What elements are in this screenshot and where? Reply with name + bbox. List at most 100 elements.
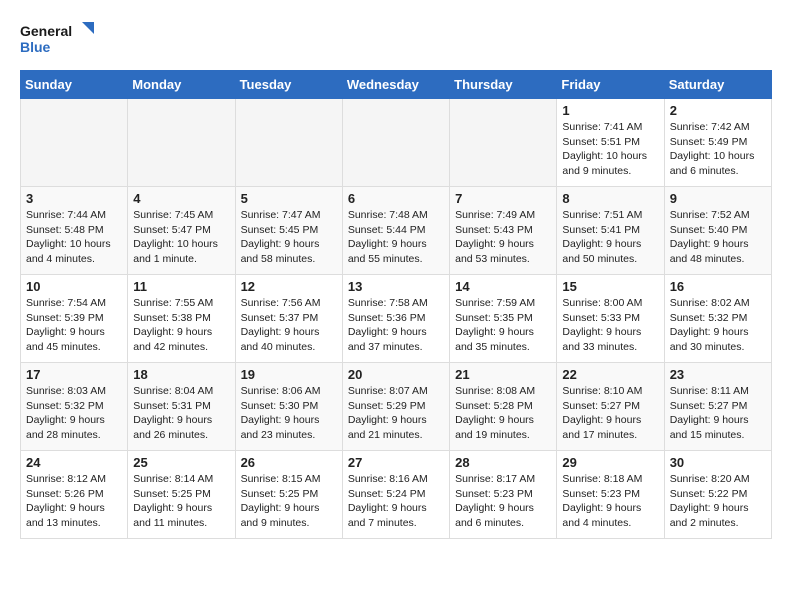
weekday-header: Monday	[128, 71, 235, 99]
calendar-cell: 5 Sunrise: 7:47 AM Sunset: 5:45 PM Daylig…	[235, 187, 342, 275]
day-info: Sunrise: 7:41 AM Sunset: 5:51 PM Dayligh…	[562, 120, 658, 179]
weekday-header: Tuesday	[235, 71, 342, 99]
calendar-table: SundayMondayTuesdayWednesdayThursdayFrid…	[20, 70, 772, 539]
day-info: Sunrise: 8:14 AM Sunset: 5:25 PM Dayligh…	[133, 472, 229, 531]
calendar-cell: 9 Sunrise: 7:52 AM Sunset: 5:40 PM Daylig…	[664, 187, 771, 275]
day-number: 17	[26, 367, 122, 382]
calendar-cell: 6Sunrise: 7:48 AM Sunset: 5:44 PM Daylig…	[342, 187, 449, 275]
day-info: Sunrise: 8:20 AM Sunset: 5:22 PM Dayligh…	[670, 472, 766, 531]
day-number: 21	[455, 367, 551, 382]
calendar-cell: 7 Sunrise: 7:49 AM Sunset: 5:43 PM Daylig…	[450, 187, 557, 275]
day-number: 2	[670, 103, 766, 118]
weekday-header: Wednesday	[342, 71, 449, 99]
day-info: Sunrise: 7:49 AM Sunset: 5:43 PM Dayligh…	[455, 208, 551, 267]
day-number: 24	[26, 455, 122, 470]
calendar-cell: 21Sunrise: 8:08 AM Sunset: 5:28 PM Dayli…	[450, 363, 557, 451]
calendar-cell	[342, 99, 449, 187]
day-info: Sunrise: 7:47 AM Sunset: 5:45 PM Dayligh…	[241, 208, 337, 267]
day-info: Sunrise: 8:16 AM Sunset: 5:24 PM Dayligh…	[348, 472, 444, 531]
day-info: Sunrise: 8:12 AM Sunset: 5:26 PM Dayligh…	[26, 472, 122, 531]
day-info: Sunrise: 8:06 AM Sunset: 5:30 PM Dayligh…	[241, 384, 337, 443]
calendar-cell: 14 Sunrise: 7:59 AM Sunset: 5:35 PM Dayli…	[450, 275, 557, 363]
svg-text:Blue: Blue	[20, 39, 51, 55]
day-info: Sunrise: 8:03 AM Sunset: 5:32 PM Dayligh…	[26, 384, 122, 443]
weekday-header: Thursday	[450, 71, 557, 99]
day-info: Sunrise: 8:11 AM Sunset: 5:27 PM Dayligh…	[670, 384, 766, 443]
day-info: Sunrise: 7:59 AM Sunset: 5:35 PM Dayligh…	[455, 296, 551, 355]
calendar-cell: 23 Sunrise: 8:11 AM Sunset: 5:27 PM Dayli…	[664, 363, 771, 451]
day-number: 22	[562, 367, 658, 382]
calendar-cell: 3Sunrise: 7:44 AM Sunset: 5:48 PM Daylig…	[21, 187, 128, 275]
calendar-cell	[128, 99, 235, 187]
calendar-cell: 12 Sunrise: 7:56 AM Sunset: 5:37 PM Dayli…	[235, 275, 342, 363]
day-number: 13	[348, 279, 444, 294]
calendar-cell: 26 Sunrise: 8:15 AM Sunset: 5:25 PM Dayli…	[235, 451, 342, 539]
calendar-cell: 30 Sunrise: 8:20 AM Sunset: 5:22 PM Dayli…	[664, 451, 771, 539]
day-number: 8	[562, 191, 658, 206]
day-number: 5	[241, 191, 337, 206]
day-info: Sunrise: 7:56 AM Sunset: 5:37 PM Dayligh…	[241, 296, 337, 355]
calendar-cell: 22 Sunrise: 8:10 AM Sunset: 5:27 PM Dayli…	[557, 363, 664, 451]
calendar-cell: 4Sunrise: 7:45 AM Sunset: 5:47 PM Daylig…	[128, 187, 235, 275]
calendar-cell: 11Sunrise: 7:55 AM Sunset: 5:38 PM Dayli…	[128, 275, 235, 363]
calendar-week-row: 1 Sunrise: 7:41 AM Sunset: 5:51 PM Daylig…	[21, 99, 772, 187]
day-number: 12	[241, 279, 337, 294]
day-info: Sunrise: 7:45 AM Sunset: 5:47 PM Dayligh…	[133, 208, 229, 267]
day-info: Sunrise: 7:52 AM Sunset: 5:40 PM Dayligh…	[670, 208, 766, 267]
day-info: Sunrise: 8:18 AM Sunset: 5:23 PM Dayligh…	[562, 472, 658, 531]
day-info: Sunrise: 8:10 AM Sunset: 5:27 PM Dayligh…	[562, 384, 658, 443]
logo-svg: General Blue	[20, 20, 100, 60]
day-info: Sunrise: 7:51 AM Sunset: 5:41 PM Dayligh…	[562, 208, 658, 267]
day-number: 19	[241, 367, 337, 382]
day-number: 11	[133, 279, 229, 294]
day-info: Sunrise: 8:02 AM Sunset: 5:32 PM Dayligh…	[670, 296, 766, 355]
day-info: Sunrise: 8:00 AM Sunset: 5:33 PM Dayligh…	[562, 296, 658, 355]
day-number: 7	[455, 191, 551, 206]
day-info: Sunrise: 7:42 AM Sunset: 5:49 PM Dayligh…	[670, 120, 766, 179]
calendar-cell: 2 Sunrise: 7:42 AM Sunset: 5:49 PM Daylig…	[664, 99, 771, 187]
day-info: Sunrise: 8:15 AM Sunset: 5:25 PM Dayligh…	[241, 472, 337, 531]
calendar-cell: 20 Sunrise: 8:07 AM Sunset: 5:29 PM Dayli…	[342, 363, 449, 451]
calendar-cell: 25Sunrise: 8:14 AM Sunset: 5:25 PM Dayli…	[128, 451, 235, 539]
calendar-week-row: 3Sunrise: 7:44 AM Sunset: 5:48 PM Daylig…	[21, 187, 772, 275]
weekday-header: Saturday	[664, 71, 771, 99]
calendar-cell: 15Sunrise: 8:00 AM Sunset: 5:33 PM Dayli…	[557, 275, 664, 363]
day-number: 26	[241, 455, 337, 470]
calendar-cell: 18 Sunrise: 8:04 AM Sunset: 5:31 PM Dayli…	[128, 363, 235, 451]
day-number: 10	[26, 279, 122, 294]
calendar-cell: 24 Sunrise: 8:12 AM Sunset: 5:26 PM Dayli…	[21, 451, 128, 539]
day-number: 23	[670, 367, 766, 382]
calendar-cell: 27 Sunrise: 8:16 AM Sunset: 5:24 PM Dayli…	[342, 451, 449, 539]
day-number: 3	[26, 191, 122, 206]
calendar-cell: 19 Sunrise: 8:06 AM Sunset: 5:30 PM Dayli…	[235, 363, 342, 451]
calendar-week-row: 24 Sunrise: 8:12 AM Sunset: 5:26 PM Dayli…	[21, 451, 772, 539]
day-info: Sunrise: 8:04 AM Sunset: 5:31 PM Dayligh…	[133, 384, 229, 443]
calendar-cell: 29 Sunrise: 8:18 AM Sunset: 5:23 PM Dayli…	[557, 451, 664, 539]
day-number: 6	[348, 191, 444, 206]
day-number: 27	[348, 455, 444, 470]
calendar-cell: 16 Sunrise: 8:02 AM Sunset: 5:32 PM Dayli…	[664, 275, 771, 363]
day-number: 18	[133, 367, 229, 382]
calendar-cell: 17 Sunrise: 8:03 AM Sunset: 5:32 PM Dayli…	[21, 363, 128, 451]
day-number: 14	[455, 279, 551, 294]
day-number: 1	[562, 103, 658, 118]
day-number: 9	[670, 191, 766, 206]
day-number: 20	[348, 367, 444, 382]
day-number: 29	[562, 455, 658, 470]
weekday-header: Sunday	[21, 71, 128, 99]
calendar-cell	[235, 99, 342, 187]
weekday-header: Friday	[557, 71, 664, 99]
calendar-cell	[450, 99, 557, 187]
day-info: Sunrise: 8:07 AM Sunset: 5:29 PM Dayligh…	[348, 384, 444, 443]
calendar-cell: 10Sunrise: 7:54 AM Sunset: 5:39 PM Dayli…	[21, 275, 128, 363]
day-number: 16	[670, 279, 766, 294]
calendar-week-row: 10Sunrise: 7:54 AM Sunset: 5:39 PM Dayli…	[21, 275, 772, 363]
calendar-cell: 8 Sunrise: 7:51 AM Sunset: 5:41 PM Daylig…	[557, 187, 664, 275]
day-number: 28	[455, 455, 551, 470]
calendar-cell: 1 Sunrise: 7:41 AM Sunset: 5:51 PM Daylig…	[557, 99, 664, 187]
day-number: 30	[670, 455, 766, 470]
logo: General Blue	[20, 20, 100, 60]
calendar-cell	[21, 99, 128, 187]
calendar-week-row: 17 Sunrise: 8:03 AM Sunset: 5:32 PM Dayli…	[21, 363, 772, 451]
weekday-header-row: SundayMondayTuesdayWednesdayThursdayFrid…	[21, 71, 772, 99]
